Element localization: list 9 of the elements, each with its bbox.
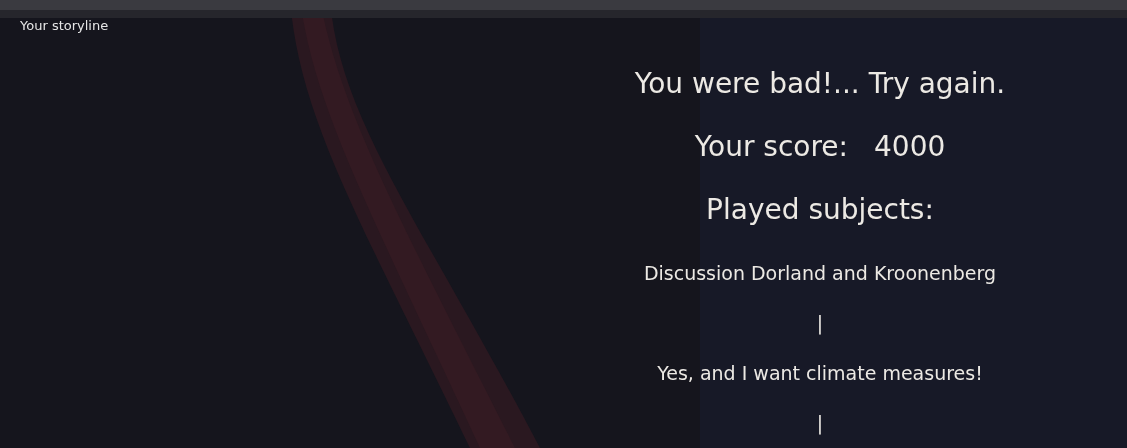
result-message: You were bad!... Try again. xyxy=(634,66,1006,102)
subject-text: Yes, and I want climate measures! xyxy=(657,361,983,386)
score-value: 4000 xyxy=(874,130,946,164)
subjects-heading: Played subjects: xyxy=(706,192,934,228)
subject-text: | xyxy=(816,311,824,337)
subject-text: Discussion Dorland and Kroonenberg xyxy=(643,261,997,286)
header-title: Your storyline xyxy=(20,17,109,34)
score-label: Your score: xyxy=(694,130,849,164)
subject-text: | xyxy=(816,411,824,437)
